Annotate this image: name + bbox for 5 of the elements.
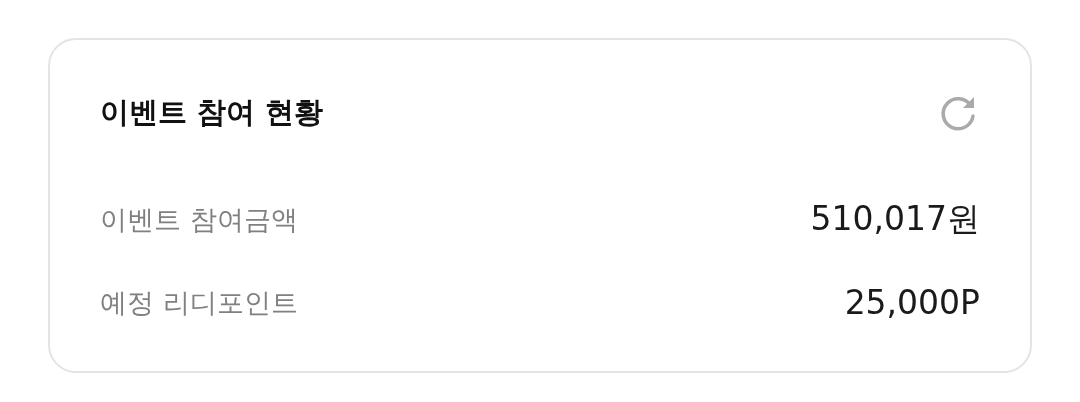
row-label: 이벤트 참여금액	[100, 202, 298, 237]
row-value: 25,000P	[844, 283, 980, 322]
row-value: 510,017원	[810, 198, 980, 240]
card-title: 이벤트 참여 현황	[100, 94, 324, 131]
row-label: 예정 리디포인트	[100, 285, 298, 320]
